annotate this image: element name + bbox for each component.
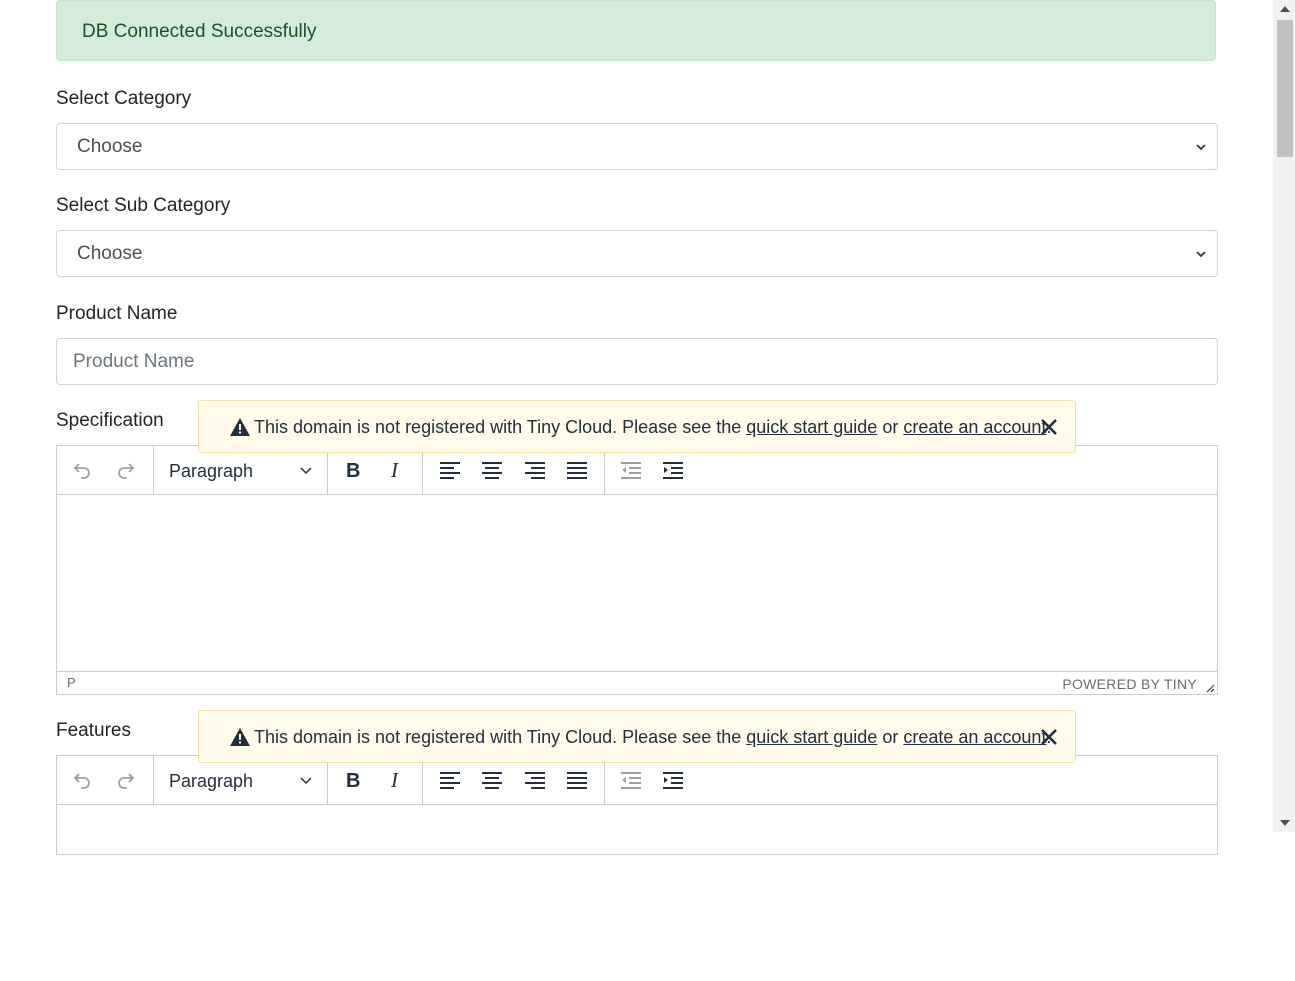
chevron-down-icon xyxy=(1196,251,1206,258)
redo-button[interactable] xyxy=(111,456,141,484)
block-format-value: Paragraph xyxy=(169,771,254,791)
svg-text:I: I xyxy=(390,458,399,482)
page-scrollbar[interactable] xyxy=(1273,0,1295,832)
align-right-button[interactable] xyxy=(520,456,550,484)
bold-icon: B xyxy=(346,770,360,792)
warning-icon xyxy=(230,418,250,436)
scroll-up-arrow-icon[interactable] xyxy=(1280,6,1290,12)
outdent-icon xyxy=(621,772,641,789)
create-account-link[interactable]: create an account xyxy=(903,417,1046,437)
italic-button[interactable]: I xyxy=(381,456,411,484)
db-success-alert: DB Connected Successfully xyxy=(56,0,1216,61)
category-label: Select Category xyxy=(56,88,192,109)
align-justify-icon xyxy=(567,462,587,479)
editor-statusbar: P POWERED BY TINY xyxy=(57,671,1217,694)
indent-icon xyxy=(663,772,683,789)
align-justify-icon xyxy=(567,772,587,789)
align-right-button[interactable] xyxy=(520,766,550,794)
align-center-icon xyxy=(482,772,502,789)
indent-button[interactable] xyxy=(658,456,688,484)
undo-button[interactable] xyxy=(67,456,97,484)
notice-text: This domain is not registered with Tiny … xyxy=(254,417,747,437)
chevron-down-icon xyxy=(300,777,312,785)
specification-label: Specification xyxy=(56,410,164,431)
undo-button[interactable] xyxy=(67,766,97,794)
sub-category-label: Select Sub Category xyxy=(56,195,231,216)
tiny-branding-link[interactable]: POWERED BY TINY xyxy=(1062,676,1197,692)
warning-icon xyxy=(230,728,250,746)
tiny-cloud-notice: This domain is not registered with Tiny … xyxy=(198,400,1076,453)
undo-icon xyxy=(73,463,90,479)
align-left-icon xyxy=(440,462,460,479)
features-label: Features xyxy=(56,720,131,741)
tiny-cloud-notice: This domain is not registered with Tiny … xyxy=(198,710,1076,763)
quick-start-guide-link[interactable]: quick start guide xyxy=(746,727,877,747)
category-select-value: Choose xyxy=(77,136,143,157)
align-center-button[interactable] xyxy=(477,766,507,794)
svg-text:B: B xyxy=(346,460,360,482)
close-icon[interactable] xyxy=(1039,417,1059,437)
italic-icon: I xyxy=(390,768,399,792)
bold-icon: B xyxy=(346,460,360,482)
align-right-icon xyxy=(525,462,545,479)
align-right-icon xyxy=(525,772,545,789)
redo-icon xyxy=(118,463,135,479)
bold-button[interactable]: B xyxy=(338,456,368,484)
italic-icon: I xyxy=(390,458,399,482)
redo-icon xyxy=(118,773,135,789)
redo-button[interactable] xyxy=(111,766,141,794)
align-center-button[interactable] xyxy=(477,456,507,484)
justify-button[interactable] xyxy=(562,456,592,484)
sub-category-select-value: Choose xyxy=(77,243,143,264)
align-left-icon xyxy=(440,772,460,789)
align-left-button[interactable] xyxy=(435,766,465,794)
editor-content-area[interactable] xyxy=(57,805,1217,981)
features-editor[interactable]: Paragraph B I xyxy=(56,755,1218,855)
product-name-placeholder: Product Name xyxy=(73,351,195,372)
align-center-icon xyxy=(482,462,502,479)
notice-text-or: or xyxy=(877,727,904,747)
notice-message: This domain is not registered with Tiny … xyxy=(254,401,1051,454)
product-name-input[interactable]: Product Name xyxy=(56,338,1218,385)
chevron-down-icon xyxy=(1196,144,1206,151)
close-icon[interactable] xyxy=(1039,727,1059,747)
editor-content-area[interactable] xyxy=(57,495,1217,671)
indent-icon xyxy=(663,462,683,479)
undo-icon xyxy=(73,773,90,789)
resize-handle-icon[interactable] xyxy=(1205,683,1215,693)
align-left-button[interactable] xyxy=(435,456,465,484)
bold-button[interactable]: B xyxy=(338,766,368,794)
outdent-icon xyxy=(621,462,641,479)
svg-text:I: I xyxy=(390,768,399,792)
outdent-button[interactable] xyxy=(616,456,646,484)
alert-text: DB Connected Successfully xyxy=(82,21,317,42)
notice-message: This domain is not registered with Tiny … xyxy=(254,711,1051,764)
notice-text: This domain is not registered with Tiny … xyxy=(254,727,747,747)
justify-button[interactable] xyxy=(562,766,592,794)
scroll-down-arrow-icon[interactable] xyxy=(1280,820,1290,826)
scrollbar-thumb[interactable] xyxy=(1277,20,1293,157)
notice-text-or: or xyxy=(877,417,904,437)
specification-editor[interactable]: Paragraph B I P POWERED BY TINY xyxy=(56,445,1218,695)
create-account-link[interactable]: create an account xyxy=(903,727,1046,747)
product-name-label: Product Name xyxy=(56,303,178,324)
element-path[interactable]: P xyxy=(67,675,76,690)
italic-button[interactable]: I xyxy=(381,766,411,794)
quick-start-guide-link[interactable]: quick start guide xyxy=(746,417,877,437)
indent-button[interactable] xyxy=(658,766,688,794)
chevron-down-icon xyxy=(300,467,312,475)
outdent-button[interactable] xyxy=(616,766,646,794)
svg-text:B: B xyxy=(346,770,360,792)
category-select[interactable]: Choose xyxy=(56,123,1218,170)
block-format-value: Paragraph xyxy=(169,461,254,481)
sub-category-select[interactable]: Choose xyxy=(56,230,1218,277)
